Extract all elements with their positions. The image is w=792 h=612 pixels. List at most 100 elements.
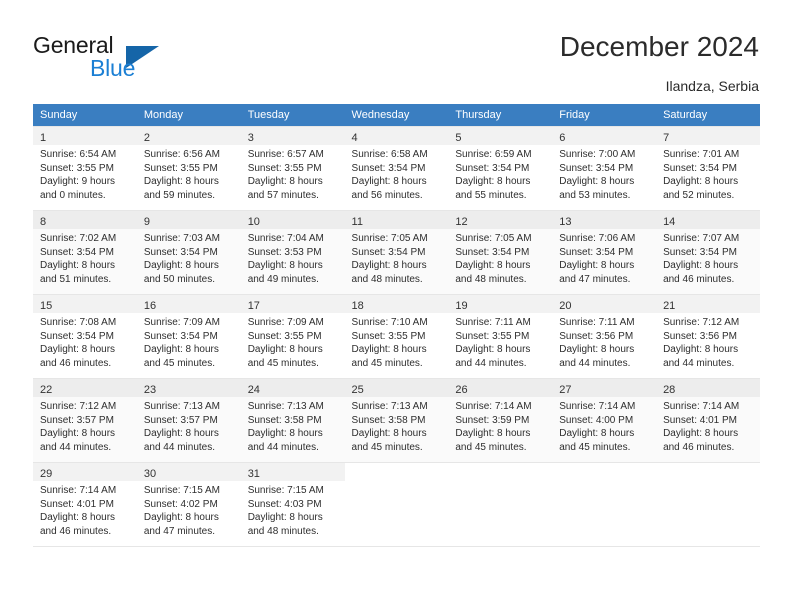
day-cell-empty [344, 462, 449, 547]
day-cell[interactable]: 5 Sunrise: 6:59 AM Sunset: 3:54 PM Daylig… [448, 126, 553, 211]
day-number: 1 [33, 127, 137, 145]
day-cell[interactable]: 30 Sunrise: 7:15 AM Sunset: 4:02 PM Dayli… [136, 462, 241, 547]
page-title: December 2024 [559, 31, 759, 62]
day-number: 4 [344, 127, 449, 145]
day-details: Sunrise: 7:11 AM Sunset: 3:56 PM Dayligh… [559, 317, 635, 369]
day-details: Sunrise: 7:09 AM Sunset: 3:55 PM Dayligh… [247, 317, 324, 369]
day-details: Sunrise: 7:01 AM Sunset: 3:54 PM Dayligh… [663, 149, 740, 201]
day-details: Sunrise: 7:15 AM Sunset: 4:02 PM Dayligh… [143, 485, 220, 537]
day-details: Sunrise: 7:10 AM Sunset: 3:55 PM Dayligh… [351, 317, 428, 369]
day-cell[interactable]: 3 Sunrise: 6:57 AM Sunset: 3:55 PM Daylig… [240, 126, 345, 211]
day-cell[interactable]: 29 Sunrise: 7:14 AM Sunset: 4:01 PM Dayli… [33, 462, 137, 547]
day-details: Sunrise: 7:00 AM Sunset: 3:54 PM Dayligh… [559, 149, 636, 201]
day-cell[interactable]: 8 Sunrise: 7:02 AM Sunset: 3:54 PM Daylig… [33, 210, 137, 295]
day-cell[interactable]: 19 Sunrise: 7:11 AM Sunset: 3:55 PM Dayli… [448, 294, 553, 379]
weekday-header-monday: Monday [136, 104, 241, 127]
day-details: Sunrise: 7:14 AM Sunset: 4:00 PM Dayligh… [559, 401, 636, 453]
day-cell[interactable]: 17 Sunrise: 7:09 AM Sunset: 3:55 PM Dayli… [240, 294, 345, 379]
day-number: 23 [136, 379, 241, 397]
day-number: 16 [136, 295, 241, 313]
day-cell[interactable]: 4 Sunrise: 6:58 AM Sunset: 3:54 PM Daylig… [344, 126, 449, 211]
day-cell[interactable]: 11 Sunrise: 7:05 AM Sunset: 3:54 PM Dayli… [344, 210, 449, 295]
day-cell[interactable]: 10 Sunrise: 7:04 AM Sunset: 3:53 PM Dayli… [240, 210, 345, 295]
day-number: 7 [656, 127, 760, 145]
weekday-header-wednesday: Wednesday [344, 104, 449, 127]
day-cell[interactable]: 22 Sunrise: 7:12 AM Sunset: 3:57 PM Dayli… [33, 378, 137, 463]
weekday-header-friday: Friday [552, 104, 657, 127]
calendar-week-row: 15 Sunrise: 7:08 AM Sunset: 3:54 PM Dayli… [33, 294, 760, 379]
day-number: 12 [448, 211, 553, 229]
day-details: Sunrise: 7:09 AM Sunset: 3:54 PM Dayligh… [143, 317, 220, 369]
day-cell[interactable]: 18 Sunrise: 7:10 AM Sunset: 3:55 PM Dayli… [344, 294, 449, 379]
calendar-header-row: Sunday Monday Tuesday Wednesday Thursday… [33, 104, 760, 127]
day-cell[interactable]: 23 Sunrise: 7:13 AM Sunset: 3:57 PM Dayli… [136, 378, 241, 463]
day-number: 15 [33, 295, 137, 313]
weekday-header-saturday: Saturday [656, 104, 760, 127]
day-cell[interactable]: 31 Sunrise: 7:15 AM Sunset: 4:03 PM Dayli… [240, 462, 345, 547]
day-cell[interactable]: 12 Sunrise: 7:05 AM Sunset: 3:54 PM Dayli… [448, 210, 553, 295]
day-details: Sunrise: 7:13 AM Sunset: 3:58 PM Dayligh… [351, 401, 428, 453]
day-number: 6 [552, 127, 657, 145]
day-details: Sunrise: 7:06 AM Sunset: 3:54 PM Dayligh… [559, 233, 636, 285]
day-number [345, 463, 449, 481]
calendar-week-row: 22 Sunrise: 7:12 AM Sunset: 3:57 PM Dayli… [33, 378, 760, 463]
logo-text-blue: Blue [90, 55, 136, 81]
day-cell[interactable]: 6 Sunrise: 7:00 AM Sunset: 3:54 PM Daylig… [552, 126, 657, 211]
day-number: 30 [136, 463, 241, 481]
day-details [552, 481, 656, 484]
day-details: Sunrise: 7:14 AM Sunset: 3:59 PM Dayligh… [455, 401, 532, 453]
day-details [656, 481, 760, 484]
calendar-table: Sunday Monday Tuesday Wednesday Thursday… [33, 104, 760, 547]
day-cell[interactable]: 9 Sunrise: 7:03 AM Sunset: 3:54 PM Daylig… [136, 210, 241, 295]
day-number [656, 463, 760, 481]
day-number: 14 [656, 211, 760, 229]
day-number: 17 [240, 295, 345, 313]
day-cell[interactable]: 1 Sunrise: 6:54 AM Sunset: 3:55 PM Daylig… [33, 126, 137, 211]
weekday-header-thursday: Thursday [448, 104, 553, 127]
day-number: 5 [448, 127, 553, 145]
day-details: Sunrise: 6:54 AM Sunset: 3:55 PM Dayligh… [40, 149, 117, 201]
day-cell-empty [552, 462, 657, 547]
day-cell[interactable]: 24 Sunrise: 7:13 AM Sunset: 3:58 PM Dayli… [240, 378, 345, 463]
page-header: General Blue December 2024 Ilandza, Serb… [0, 0, 792, 104]
day-number: 25 [344, 379, 449, 397]
day-number [448, 463, 552, 481]
day-details: Sunrise: 6:57 AM Sunset: 3:55 PM Dayligh… [247, 149, 324, 201]
day-number: 19 [448, 295, 553, 313]
day-cell[interactable]: 21 Sunrise: 7:12 AM Sunset: 3:56 PM Dayli… [656, 294, 760, 379]
day-number: 10 [240, 211, 345, 229]
calendar-body: 1 Sunrise: 6:54 AM Sunset: 3:55 PM Daylig… [33, 126, 760, 547]
day-cell[interactable]: 20 Sunrise: 7:11 AM Sunset: 3:56 PM Dayli… [552, 294, 657, 379]
day-cell[interactable]: 25 Sunrise: 7:13 AM Sunset: 3:58 PM Dayli… [344, 378, 449, 463]
page-subtitle: Ilandza, Serbia [665, 78, 759, 94]
weekday-header-tuesday: Tuesday [240, 104, 345, 127]
day-cell[interactable]: 16 Sunrise: 7:09 AM Sunset: 3:54 PM Dayli… [136, 294, 241, 379]
day-details: Sunrise: 7:02 AM Sunset: 3:54 PM Dayligh… [40, 233, 117, 285]
day-cell[interactable]: 26 Sunrise: 7:14 AM Sunset: 3:59 PM Dayli… [448, 378, 553, 463]
day-cell[interactable]: 27 Sunrise: 7:14 AM Sunset: 4:00 PM Dayli… [552, 378, 657, 463]
day-number: 29 [33, 463, 137, 481]
day-number: 8 [33, 211, 137, 229]
day-number: 20 [552, 295, 657, 313]
day-cell[interactable]: 13 Sunrise: 7:06 AM Sunset: 3:54 PM Dayli… [552, 210, 657, 295]
weekday-header-sunday: Sunday [33, 104, 137, 127]
day-details: Sunrise: 6:56 AM Sunset: 3:55 PM Dayligh… [143, 149, 220, 201]
day-details: Sunrise: 7:12 AM Sunset: 3:56 PM Dayligh… [663, 317, 740, 369]
day-details: Sunrise: 7:14 AM Sunset: 4:01 PM Dayligh… [663, 401, 740, 453]
day-number: 21 [656, 295, 760, 313]
day-cell[interactable]: 28 Sunrise: 7:14 AM Sunset: 4:01 PM Dayli… [656, 378, 760, 463]
day-number: 27 [552, 379, 657, 397]
day-cell[interactable]: 15 Sunrise: 7:08 AM Sunset: 3:54 PM Dayli… [33, 294, 137, 379]
day-number: 2 [136, 127, 241, 145]
day-details: Sunrise: 6:59 AM Sunset: 3:54 PM Dayligh… [455, 149, 532, 201]
general-blue-logo[interactable]: General Blue [33, 32, 213, 84]
day-number: 28 [656, 379, 760, 397]
day-cell[interactable]: 2 Sunrise: 6:56 AM Sunset: 3:55 PM Daylig… [136, 126, 241, 211]
day-cell[interactable]: 14 Sunrise: 7:07 AM Sunset: 3:54 PM Dayli… [656, 210, 760, 295]
day-cell[interactable]: 7 Sunrise: 7:01 AM Sunset: 3:54 PM Daylig… [656, 126, 760, 211]
day-details: Sunrise: 7:13 AM Sunset: 3:57 PM Dayligh… [143, 401, 220, 453]
day-details: Sunrise: 7:13 AM Sunset: 3:58 PM Dayligh… [247, 401, 324, 453]
calendar-week-row: 1 Sunrise: 6:54 AM Sunset: 3:55 PM Daylig… [33, 126, 760, 211]
day-cell-empty [656, 462, 760, 547]
day-number: 11 [344, 211, 449, 229]
